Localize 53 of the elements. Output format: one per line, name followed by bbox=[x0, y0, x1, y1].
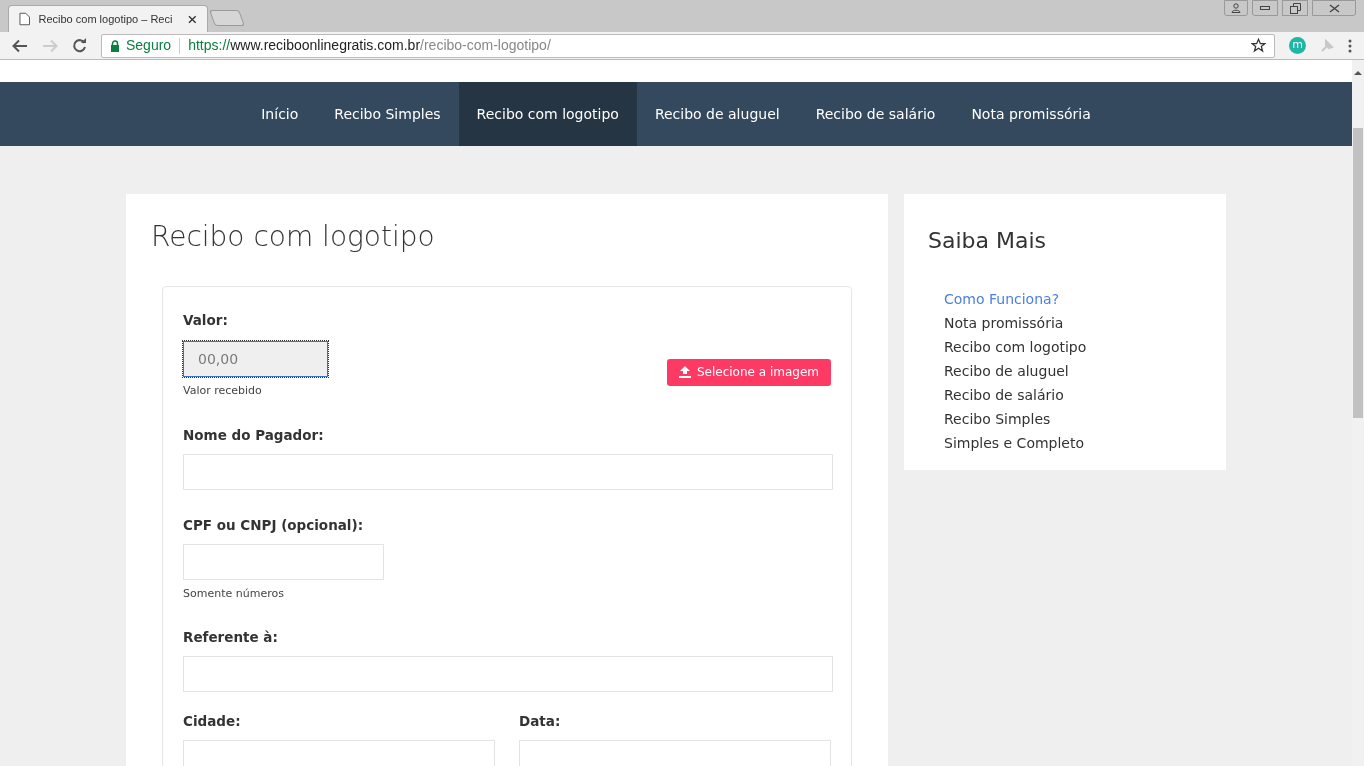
help-text: Somente números bbox=[183, 585, 285, 602]
person-icon bbox=[1231, 3, 1241, 13]
sidebar-link[interactable]: Simples e Completo bbox=[944, 431, 1202, 455]
page-title: Recibo com logotipo bbox=[151, 219, 436, 255]
nav-link[interactable]: Recibo com logotipo bbox=[458, 82, 637, 146]
text-input[interactable] bbox=[183, 656, 833, 692]
field-label: CPF ou CNPJ (opcional): bbox=[183, 515, 365, 534]
browser-tab[interactable]: Recibo com logotipo – Reci bbox=[8, 5, 208, 32]
field-label: Referente à: bbox=[183, 628, 279, 646]
close-icon bbox=[1328, 3, 1340, 13]
sidebar-title: Saiba Mais bbox=[928, 227, 1048, 255]
nav-link[interactable]: Início bbox=[243, 82, 317, 146]
close-icon[interactable] bbox=[188, 14, 197, 24]
field-label: Valor: bbox=[183, 311, 229, 329]
field-label: Data: bbox=[519, 712, 562, 730]
scroll-thumb[interactable] bbox=[1353, 128, 1363, 418]
upload-icon bbox=[678, 366, 691, 378]
text-input[interactable] bbox=[183, 543, 384, 580]
nav-link[interactable]: Nota promissória bbox=[953, 82, 1109, 146]
tab-title: Recibo com logotipo – Reci bbox=[38, 11, 173, 27]
field-label: Nome do Pagador: bbox=[183, 425, 325, 444]
url-text: https://www.reciboonlinegratis.com.br/recibo-com-logotipo/ bbox=[188, 36, 551, 55]
sidebar-link[interactable]: Recibo de aluguel bbox=[944, 359, 1202, 383]
upload-button[interactable]: Selecione a imagem bbox=[666, 358, 831, 386]
restore-icon bbox=[1289, 2, 1301, 14]
text-input[interactable] bbox=[183, 740, 495, 766]
reload-icon[interactable] bbox=[72, 38, 87, 53]
field-label: Cidade: bbox=[183, 712, 242, 730]
menu-icon[interactable] bbox=[1348, 38, 1352, 53]
lock-icon bbox=[110, 39, 120, 52]
back-icon[interactable] bbox=[12, 38, 28, 53]
nav-link[interactable]: Recibo Simples bbox=[316, 82, 459, 146]
sidebar-link[interactable]: Nota promissória bbox=[944, 311, 1202, 335]
close-window-button[interactable] bbox=[1312, 0, 1356, 16]
sidebar-link[interactable]: Recibo de salário bbox=[944, 383, 1202, 407]
profile-button[interactable] bbox=[1224, 0, 1248, 16]
sidebar-link[interactable]: Recibo Simples bbox=[944, 407, 1202, 431]
star-icon[interactable] bbox=[1251, 38, 1266, 53]
sidebar-link[interactable]: Como Funciona? bbox=[944, 287, 1202, 311]
page-icon bbox=[19, 12, 31, 26]
minimize-button[interactable] bbox=[1252, 0, 1278, 16]
restore-button[interactable] bbox=[1282, 0, 1308, 16]
security-label: Seguro bbox=[126, 36, 172, 55]
value-input[interactable]: 00,00 bbox=[183, 341, 328, 377]
text-input[interactable] bbox=[519, 740, 831, 766]
minimize-icon bbox=[1260, 6, 1270, 10]
address-bar[interactable]: Seguro https://www.reciboonlinegratis.com.br/recibo-com-logotipo/ bbox=[101, 33, 1275, 58]
nav-link[interactable]: Recibo de salário bbox=[797, 82, 954, 146]
help-text: Valor recebido bbox=[183, 383, 263, 399]
sidebar-link[interactable]: Recibo com logotipo bbox=[944, 335, 1202, 359]
nav-link[interactable]: Recibo de aluguel bbox=[636, 82, 798, 146]
scroll-up-icon[interactable] bbox=[1354, 70, 1362, 75]
text-input[interactable] bbox=[183, 453, 833, 490]
